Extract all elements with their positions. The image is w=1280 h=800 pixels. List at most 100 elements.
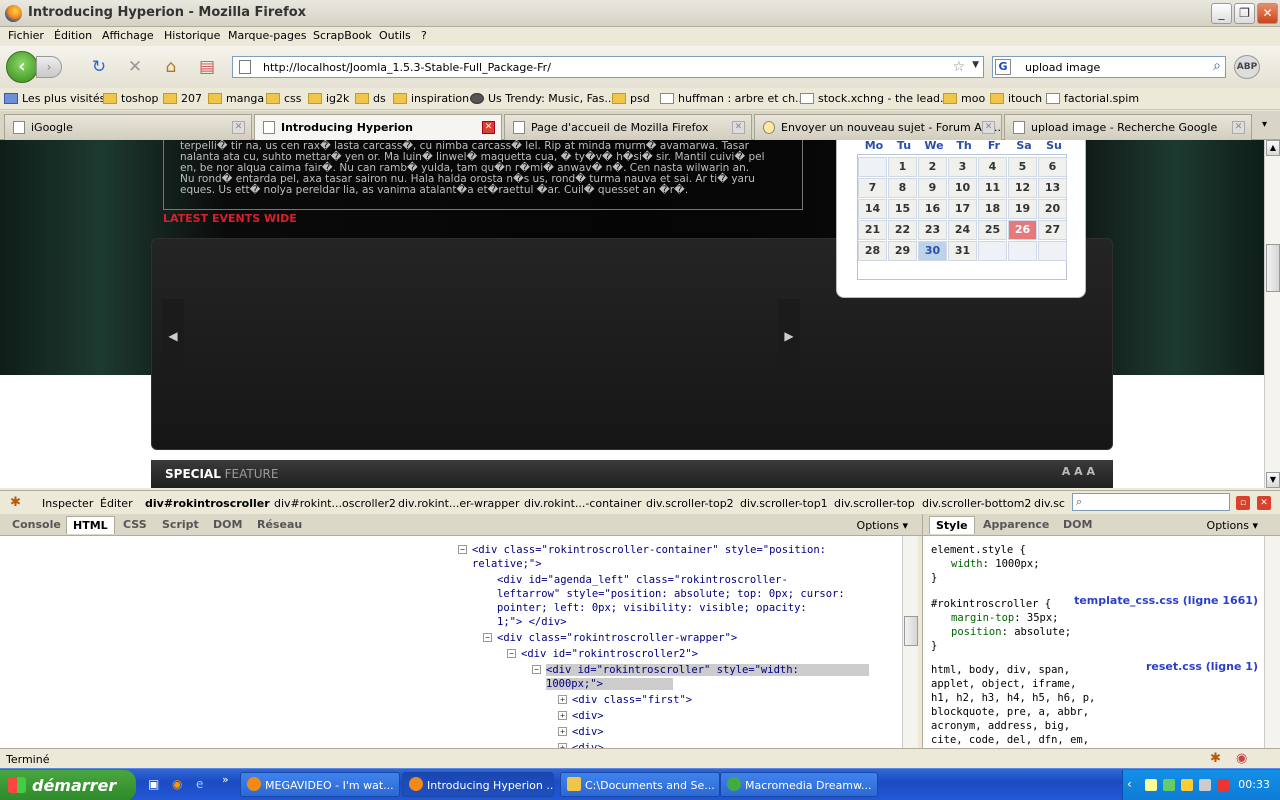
search-icon[interactable]: ⌕ xyxy=(1213,58,1221,74)
html-tree-node[interactable]: <div id="agenda_left" class="rokintroscr… xyxy=(497,574,788,586)
close-tab-icon[interactable]: ✕ xyxy=(732,121,745,134)
calendar-day[interactable]: 7 xyxy=(858,178,887,198)
tab-apparence[interactable]: Apparence xyxy=(983,518,1049,531)
calendar-day[interactable]: 16 xyxy=(918,199,947,219)
quicklaunch-desktop-icon[interactable]: ▣ xyxy=(148,777,159,791)
calendar-day[interactable]: 22 xyxy=(888,220,917,240)
menu-affichage[interactable]: Affichage xyxy=(102,29,154,42)
scroll-up-icon[interactable]: ▲ xyxy=(1266,140,1280,156)
taskbar-item-hyperion[interactable]: Introducing Hyperion ... xyxy=(402,772,554,797)
bookmark-item[interactable]: ig2k xyxy=(308,92,349,105)
style-panel-scrollbar[interactable] xyxy=(1264,536,1280,748)
calendar-day[interactable]: 27 xyxy=(1038,220,1067,240)
calendar-day[interactable]: 28 xyxy=(858,241,887,261)
quicklaunch-firefox-icon[interactable]: ◉ xyxy=(172,777,182,791)
side-options-menu[interactable]: Options ▾ xyxy=(1207,519,1258,532)
css-source-link[interactable]: reset.css (ligne 1) xyxy=(1146,660,1258,673)
url-bar[interactable]: http://localhost/Joomla_1.5.3-Stable-Ful… xyxy=(232,56,984,78)
scroll-down-icon[interactable]: ▼ xyxy=(1266,472,1280,488)
calendar-day[interactable]: 10 xyxy=(948,178,977,198)
html-panel-scrollbar[interactable] xyxy=(902,536,918,748)
addon-status-icon[interactable]: ◉ xyxy=(1236,751,1247,766)
calendar-day[interactable]: 2 xyxy=(918,157,947,177)
html-tree-node[interactable]: + <div> xyxy=(558,710,604,722)
adblock-button[interactable]: ABP xyxy=(1234,55,1260,79)
calendar-day[interactable]: 1 xyxy=(888,157,917,177)
bookmark-item[interactable]: Les plus visités xyxy=(4,92,105,105)
bookmark-item[interactable]: factorial.spim xyxy=(1046,92,1139,105)
bookmark-item[interactable]: itouch xyxy=(990,92,1042,105)
breadcrumb-item[interactable]: div#rokint...oscroller2 xyxy=(274,497,396,510)
sync-icon[interactable] xyxy=(1163,779,1175,791)
breadcrumb-item[interactable]: div.rokint...er-wrapper xyxy=(398,497,519,510)
minimize-button[interactable]: _ xyxy=(1211,3,1232,24)
html-tree-node[interactable]: + <div> xyxy=(558,726,604,738)
html-tree-node[interactable]: 1000px;"> xyxy=(546,678,673,690)
bookmark-item[interactable]: manga xyxy=(208,92,264,105)
firebug-icon[interactable]: ✱ xyxy=(10,495,26,510)
menu-fichier[interactable]: Fichier xyxy=(8,29,44,42)
tray-expand-icon[interactable]: ‹ xyxy=(1127,777,1132,791)
firebug-status-icon[interactable]: ✱ xyxy=(1210,751,1221,766)
close-window-button[interactable]: ✕ xyxy=(1257,3,1278,24)
calendar-day[interactable]: 14 xyxy=(858,199,887,219)
tab-google-search[interactable]: upload image - Recherche Google ✕ xyxy=(1004,114,1252,140)
html-tree-node[interactable]: + <div class="first"> xyxy=(558,694,692,706)
calendar-day[interactable]: 15 xyxy=(888,199,917,219)
forward-button[interactable]: › xyxy=(36,56,62,78)
bookmark-item[interactable]: stock.xchng - the lead... xyxy=(800,92,951,105)
breadcrumb-item[interactable]: div.scroller-top xyxy=(834,497,915,510)
menu-edition[interactable]: Édition xyxy=(54,29,92,42)
collapse-icon[interactable]: − xyxy=(458,545,467,554)
stop-icon[interactable]: ✕ xyxy=(124,56,146,78)
bookmark-item[interactable]: inspiration xyxy=(393,92,469,105)
collapse-icon[interactable]: − xyxy=(483,633,492,642)
tab-console[interactable]: Console xyxy=(12,518,61,531)
firebug-search-input[interactable]: ⌕ xyxy=(1072,493,1230,511)
breadcrumb-item[interactable]: div.rokint...-container xyxy=(524,497,642,510)
inspect-button[interactable]: Inspecter xyxy=(42,497,93,510)
bookmark-item[interactable]: moo xyxy=(943,92,985,105)
taskbar-item-dreamweaver[interactable]: Macromedia Dreamw... xyxy=(720,772,878,797)
expand-icon[interactable]: + xyxy=(558,727,567,736)
tab-dom[interactable]: DOM xyxy=(213,518,242,531)
scrapbook-icon[interactable]: ▤ xyxy=(196,56,218,78)
antivirus-icon[interactable] xyxy=(1217,779,1229,791)
calendar-day[interactable]: 29 xyxy=(888,241,917,261)
css-property-value[interactable]: absolute; xyxy=(1014,626,1071,638)
html-tree-node[interactable]: − <div id="rokintroscroller" style="width… xyxy=(532,664,869,676)
css-property-value[interactable]: 35px; xyxy=(1027,612,1059,624)
search-input[interactable]: upload image xyxy=(1025,61,1100,74)
quicklaunch-more-icon[interactable]: » xyxy=(222,773,229,786)
bookmark-item[interactable]: 207 xyxy=(163,92,202,105)
url-dropdown-icon[interactable]: ▼ xyxy=(972,60,979,70)
html-tree-node[interactable]: pointer; left: 0px; visibility: visible;… xyxy=(497,602,807,614)
tab-list-icon[interactable]: ▾ xyxy=(1262,119,1267,130)
menu-historique[interactable]: Historique xyxy=(164,29,220,42)
options-menu[interactable]: Options ▾ xyxy=(857,519,908,532)
edit-button[interactable]: Éditer xyxy=(100,497,133,510)
css-property-name[interactable]: position xyxy=(951,626,1002,638)
url-text[interactable]: http://localhost/Joomla_1.5.3-Stable-Ful… xyxy=(263,61,551,74)
bookmark-item[interactable]: huffman : arbre et ch... xyxy=(660,92,806,105)
tab-css[interactable]: CSS xyxy=(123,518,147,531)
calendar-day[interactable]: 5 xyxy=(1008,157,1037,177)
calendar-day[interactable]: 4 xyxy=(978,157,1007,177)
calendar-day[interactable]: 30 xyxy=(918,241,947,261)
tab-reseau[interactable]: Réseau xyxy=(257,518,302,531)
calendar-day[interactable]: 19 xyxy=(1008,199,1037,219)
collapse-icon[interactable]: − xyxy=(507,649,516,658)
font-size-controls[interactable]: A A A xyxy=(1062,465,1095,478)
scroller-right-arrow-icon[interactable]: ▶ xyxy=(778,299,800,373)
calendar-day[interactable]: 11 xyxy=(978,178,1007,198)
css-property-name[interactable]: margin-top xyxy=(951,612,1014,624)
html-tree-node[interactable]: − <div class="rokintroscroller-container"… xyxy=(458,544,826,556)
close-tab-icon[interactable]: ✕ xyxy=(982,121,995,134)
calendar-day[interactable]: 3 xyxy=(948,157,977,177)
bookmark-item[interactable]: ds xyxy=(355,92,386,105)
close-tab-icon[interactable]: ✕ xyxy=(232,121,245,134)
search-box[interactable]: G upload image ⌕ xyxy=(992,56,1226,78)
bookmark-item[interactable]: psd xyxy=(612,92,650,105)
tab-forum[interactable]: Envoyer un nouveau sujet - Forum Als... … xyxy=(754,114,1002,140)
calendar-day[interactable]: 9 xyxy=(918,178,947,198)
